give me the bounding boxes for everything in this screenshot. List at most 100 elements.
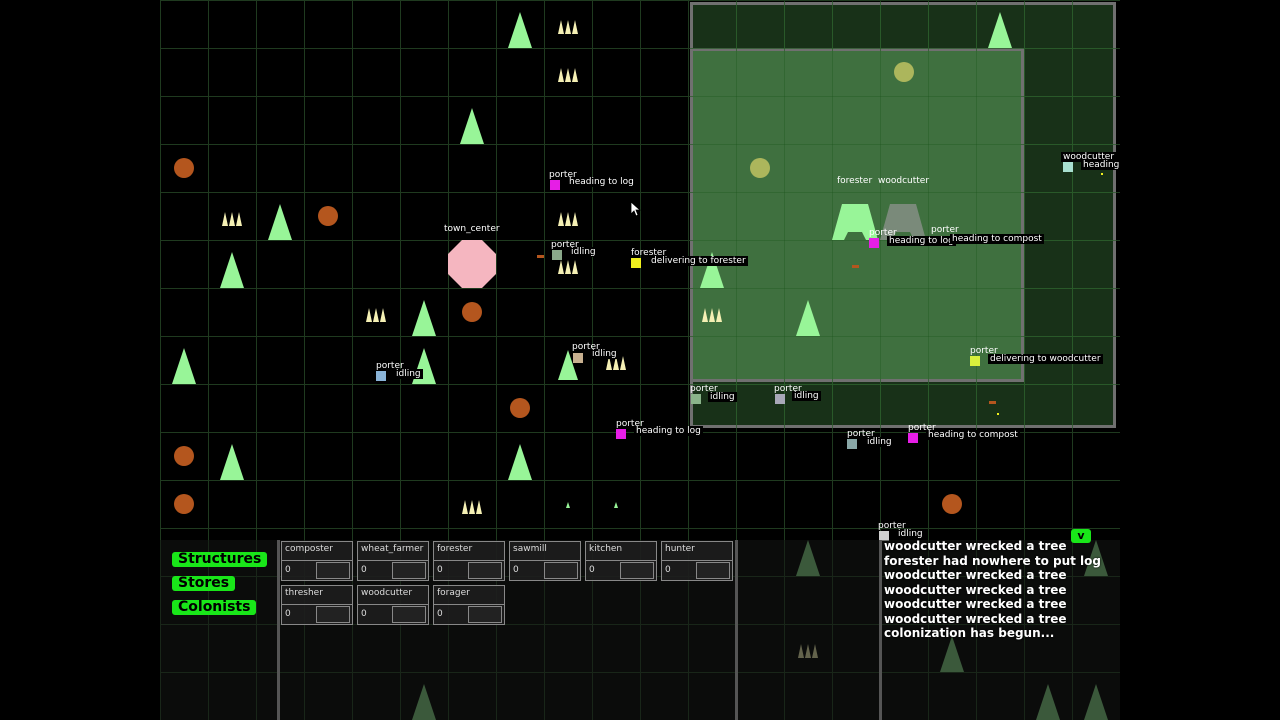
log-line: woodcutter wrecked a tree <box>884 597 1067 611</box>
structure-card-title: composter <box>285 544 333 554</box>
log-line: woodcutter wrecked a tree <box>884 568 1067 582</box>
structure-card-woodcutter[interactable]: woodcutter 0 <box>357 585 429 625</box>
log-line: woodcutter wrecked a tree <box>884 582 1067 597</box>
structure-card-decrement[interactable] <box>544 562 578 579</box>
structure-card-composter[interactable]: composter 0 <box>281 541 353 581</box>
tree <box>508 444 532 480</box>
structure-card-row: 0 <box>510 560 580 581</box>
wheat <box>558 68 578 82</box>
tree <box>268 204 292 240</box>
seed-item <box>997 413 999 415</box>
rock <box>462 302 482 322</box>
colonist-marker <box>1063 162 1073 172</box>
structure-card-decrement[interactable] <box>468 606 502 623</box>
structures-button[interactable]: Structures <box>172 552 268 567</box>
forester-building-label: forester <box>837 176 873 186</box>
structure-card-count: 0 <box>665 565 671 575</box>
colonist-status: heading <box>1081 160 1122 170</box>
rock <box>174 158 194 178</box>
colonist-marker <box>908 433 918 443</box>
colonist-marker <box>631 258 641 268</box>
mouse-cursor-icon <box>630 201 642 217</box>
structure-card-row: 0 <box>434 560 504 581</box>
town-center-building[interactable] <box>448 240 496 288</box>
colonists-button[interactable]: Colonists <box>172 600 257 615</box>
rock <box>174 446 194 466</box>
colonist-status: delivering to woodcutter <box>988 354 1103 364</box>
structure-card-title: hunter <box>665 544 695 554</box>
wheat <box>558 260 578 274</box>
colonist-status: heading to compost <box>926 430 1020 440</box>
structure-card-count: 0 <box>361 565 367 575</box>
colonist-status: idling <box>394 369 423 379</box>
colonist-marker <box>376 371 386 381</box>
colonist-status: heading to log <box>567 177 636 187</box>
structure-card-forager[interactable]: forager 0 <box>433 585 505 625</box>
colonist-marker <box>970 356 980 366</box>
structure-card-title: forager <box>437 588 470 598</box>
stores-button[interactable]: Stores <box>172 576 236 591</box>
log-line: woodcutter wrecked a tree <box>884 611 1067 626</box>
colonist-marker <box>691 394 701 404</box>
structure-card-count: 0 <box>285 609 291 619</box>
colonist-marker <box>616 429 626 439</box>
log-item <box>852 265 859 268</box>
structure-card-decrement[interactable] <box>696 562 730 579</box>
tree <box>988 12 1012 48</box>
structure-card-count: 0 <box>589 565 595 575</box>
structure-card-kitchen[interactable]: kitchen 0 <box>585 541 657 581</box>
structure-card-decrement[interactable] <box>392 606 426 623</box>
yellow-bush <box>894 62 914 82</box>
structure-card-title: forester <box>437 544 473 554</box>
structure-card-count: 0 <box>285 565 291 575</box>
tree <box>172 348 196 384</box>
sapling <box>566 502 570 508</box>
structure-card-title: wheat_farmer <box>361 544 424 554</box>
structure-card-count: 0 <box>437 565 443 575</box>
structure-card-decrement[interactable] <box>316 562 350 579</box>
tree <box>220 252 244 288</box>
colonist-marker <box>573 353 583 363</box>
structure-card-decrement[interactable] <box>316 606 350 623</box>
rock <box>318 206 338 226</box>
rock <box>510 398 530 418</box>
colonist-status: heading to compost <box>950 234 1044 244</box>
structure-card-row: 0 <box>282 604 352 625</box>
colonist-marker <box>847 439 857 449</box>
structure-card-decrement[interactable] <box>392 562 426 579</box>
structure-card-row: 0 <box>358 604 428 625</box>
structure-card-wheat_farmer[interactable]: wheat_farmer 0 <box>357 541 429 581</box>
town-center-label: town_center <box>444 224 500 234</box>
wheat <box>366 308 386 322</box>
rock <box>174 494 194 514</box>
structure-card-forester[interactable]: forester 0 <box>433 541 505 581</box>
structure-card-row: 0 <box>434 604 504 625</box>
structure-card-decrement[interactable] <box>468 562 502 579</box>
structure-card-sawmill[interactable]: sawmill 0 <box>509 541 581 581</box>
colonist-status: heading to log <box>887 236 956 246</box>
structure-card-title: woodcutter <box>361 588 413 598</box>
structure-card-count: 0 <box>513 565 519 575</box>
tree <box>796 300 820 336</box>
wheat <box>702 308 722 322</box>
colonist-status: idling <box>708 392 737 402</box>
colonist-marker <box>869 238 879 248</box>
wheat <box>462 500 482 514</box>
structure-card-title: thresher <box>285 588 323 598</box>
wheat <box>558 20 578 34</box>
structure-card-decrement[interactable] <box>620 562 654 579</box>
log-line: woodcutter wrecked a tree <box>884 539 1067 553</box>
structure-card-hunter[interactable]: hunter 0 <box>661 541 733 581</box>
colonist-marker <box>775 394 785 404</box>
rock <box>942 494 962 514</box>
colonist-marker <box>550 180 560 190</box>
yellow-bush <box>750 158 770 178</box>
structure-card-title: sawmill <box>513 544 547 554</box>
structure-card-row: 0 <box>586 560 656 581</box>
structure-card-thresher[interactable]: thresher 0 <box>281 585 353 625</box>
tree <box>412 300 436 336</box>
panel-divider <box>277 540 280 720</box>
structure-card-title: kitchen <box>589 544 623 554</box>
colonist-status: idling <box>865 437 894 447</box>
panel-divider <box>879 540 882 720</box>
